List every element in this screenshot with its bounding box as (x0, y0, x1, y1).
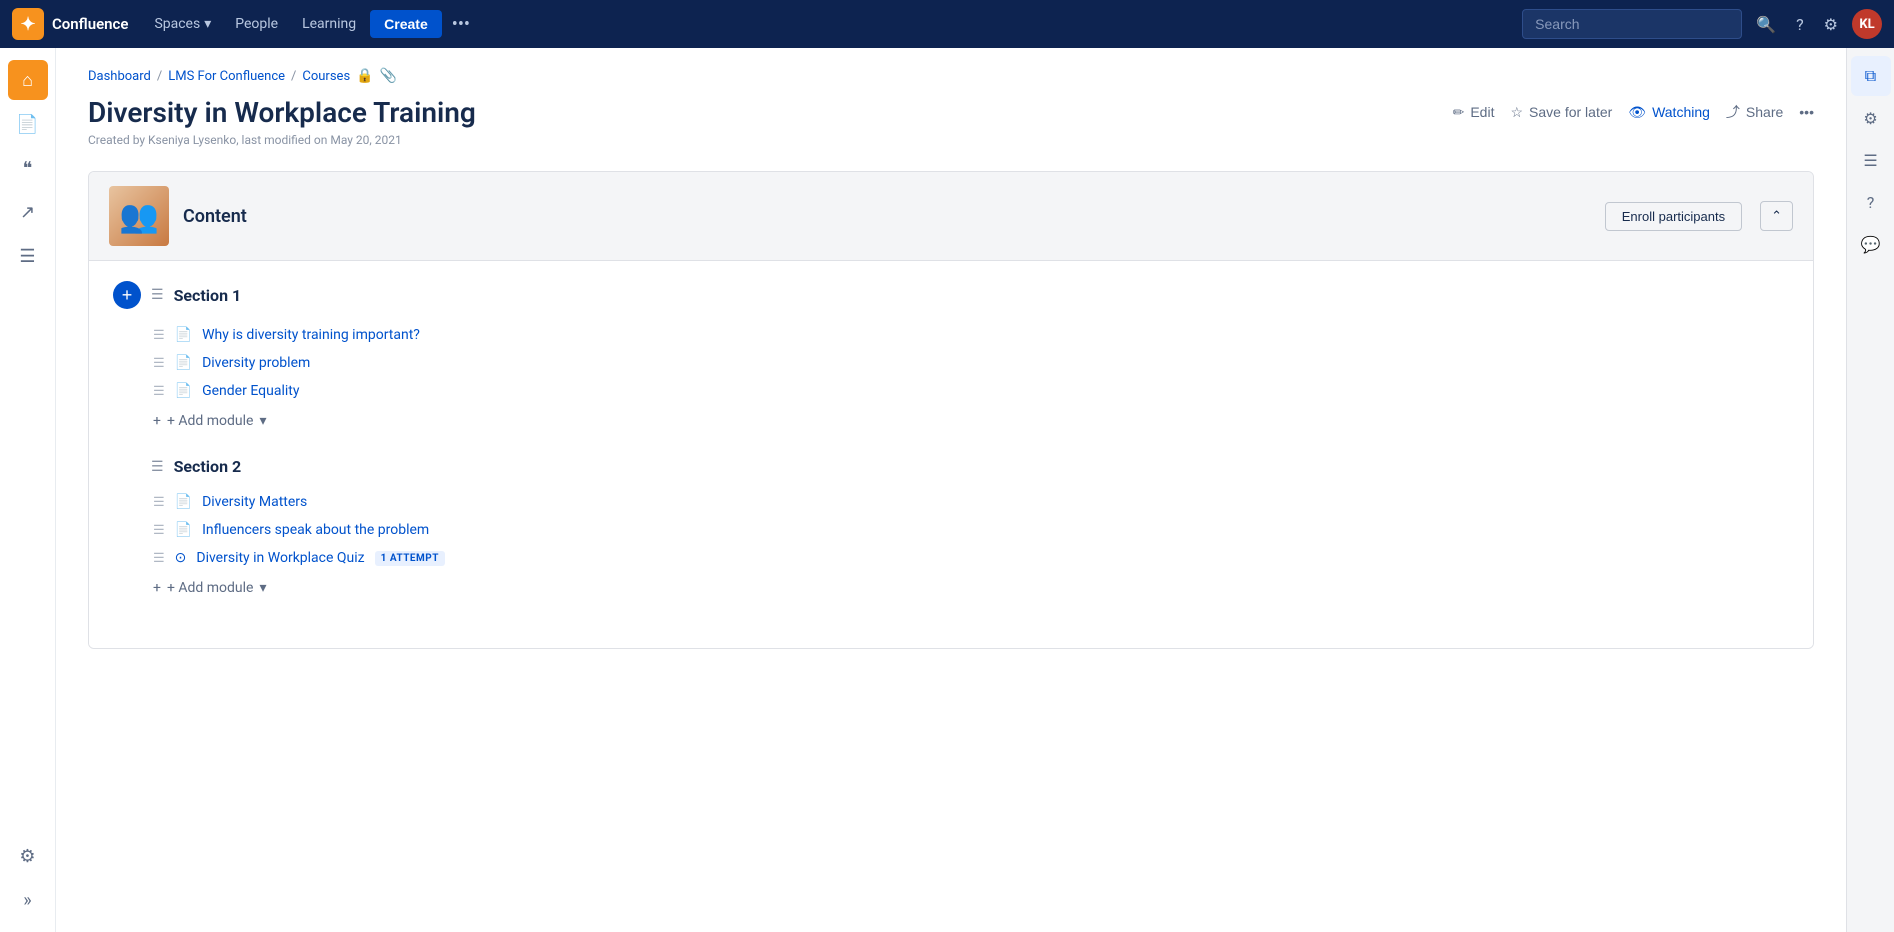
module-item: ☰ 📄 Diversity Matters (113, 488, 1789, 516)
rpanel-list-icon[interactable]: ☰ (1851, 140, 1891, 180)
more-actions-button[interactable]: ••• (1799, 104, 1814, 120)
section-2-block: ☰ Section 2 ☰ 📄 Diversity Matters ☰ 📄 In… (113, 457, 1789, 596)
nav-people[interactable]: People (225, 10, 288, 38)
add-module-icon: + (153, 580, 161, 596)
main-content: Dashboard / LMS For Confluence / Courses… (56, 48, 1846, 689)
nav-learning[interactable]: Learning (292, 10, 366, 38)
sidebar-bottom: ⚙ » (8, 836, 48, 920)
search-input[interactable] (1522, 9, 1742, 39)
content-body: + ☰ Section 1 ☰ 📄 Why is diversity train… (89, 261, 1813, 648)
settings-icon[interactable]: ⚙ (1818, 9, 1844, 40)
attempt-badge: 1 ATTEMPT (375, 551, 445, 566)
module-link-diversity-training[interactable]: Why is diversity training important? (202, 327, 420, 343)
topnav: ✦ Confluence Spaces ▾ People Learning Cr… (0, 0, 1894, 48)
content-box-title: Content (183, 206, 1591, 227)
rpanel-copy-icon[interactable]: ⧉ (1851, 56, 1891, 96)
module-drag-handle[interactable]: ☰ (153, 384, 165, 399)
section-1-title: Section 1 (174, 286, 242, 305)
rpanel-gear-icon[interactable]: ⚙ (1851, 98, 1891, 138)
section-1-drag-handle[interactable]: ☰ (151, 287, 164, 303)
module-drag-handle[interactable]: ☰ (153, 495, 165, 510)
content-box: 👥 Content Enroll participants ⌃ + ☰ Sect… (88, 171, 1814, 649)
lock-icon: 🔒 (356, 68, 373, 84)
page-meta: Created by Kseniya Lysenko, last modifie… (88, 133, 1814, 147)
section-2-title: Section 2 (174, 457, 242, 476)
sidebar-home-icon[interactable]: ⌂ (8, 60, 48, 100)
module-link-diversity-problem[interactable]: Diversity problem (202, 355, 310, 371)
module-link-quiz[interactable]: Diversity in Workplace Quiz (196, 550, 364, 566)
breadcrumb-dashboard[interactable]: Dashboard (88, 69, 151, 84)
module-item: ☰ 📄 Diversity problem (113, 349, 1789, 377)
star-icon: ☆ (1510, 104, 1523, 121)
search-icon[interactable]: 🔍 (1750, 9, 1782, 40)
chevron-down-icon: ▾ (259, 413, 266, 429)
left-sidebar: ⌂ 📄 ❝ ↗ ☰ ⚙ » (0, 48, 56, 932)
paperclip-icon: 📎 (380, 68, 397, 84)
confluence-logo[interactable]: ✦ (12, 8, 44, 40)
quiz-icon: ⊙ (175, 550, 187, 566)
brand-name: Confluence (52, 15, 128, 33)
add-module-section-1[interactable]: + + Add module ▾ (113, 405, 1789, 429)
module-drag-handle[interactable]: ☰ (153, 523, 165, 538)
sidebar-tasks-icon[interactable]: ☰ (8, 236, 48, 276)
eye-icon: 👁 (1628, 104, 1646, 121)
breadcrumb-lms[interactable]: LMS For Confluence (168, 69, 285, 84)
add-section-1-button[interactable]: + (113, 281, 141, 309)
module-drag-handle[interactable]: ☰ (153, 356, 165, 371)
page-icon: 📄 (175, 522, 192, 538)
chevron-up-icon: ⌃ (1771, 208, 1782, 223)
chevron-down-icon: ▾ (204, 16, 211, 32)
module-item: ☰ 📄 Why is diversity training important? (113, 321, 1789, 349)
main-nav: Spaces ▾ People Learning Create ••• (144, 10, 476, 39)
watching-button[interactable]: 👁 Watching (1628, 104, 1710, 121)
rpanel-help-icon[interactable]: ? (1851, 182, 1891, 222)
share-button[interactable]: ⤴ Share (1726, 102, 1783, 122)
add-module-section-2[interactable]: + + Add module ▾ (113, 572, 1789, 596)
collapse-button[interactable]: ⌃ (1760, 201, 1793, 231)
module-item: ☰ 📄 Gender Equality (113, 377, 1789, 405)
rpanel-comment-icon[interactable]: 💬 (1851, 224, 1891, 264)
share-icon: ⤴ (1726, 102, 1740, 122)
module-item: ☰ 📄 Influencers speak about the problem (113, 516, 1789, 544)
sidebar-expand-icon[interactable]: » (8, 880, 48, 920)
user-avatar[interactable]: KL (1852, 9, 1882, 39)
chevron-down-icon: ▾ (259, 580, 266, 596)
more-nav-button[interactable]: ••• (446, 10, 476, 39)
section-1-block: + ☰ Section 1 ☰ 📄 Why is diversity train… (113, 281, 1789, 429)
section-2-drag-handle[interactable]: ☰ (151, 459, 164, 475)
page-icon: 📄 (175, 327, 192, 343)
module-item: ☰ ⊙ Diversity in Workplace Quiz 1 ATTEMP… (113, 544, 1789, 572)
edit-icon: ✏ (1453, 104, 1465, 121)
section-1-header: + ☰ Section 1 (113, 281, 1789, 309)
create-button[interactable]: Create (370, 10, 442, 38)
add-module-icon: + (153, 413, 161, 429)
right-panel: ⧉ ⚙ ☰ ? 💬 (1846, 48, 1894, 932)
help-icon[interactable]: ? (1790, 9, 1810, 40)
nav-spaces[interactable]: Spaces ▾ (144, 10, 221, 38)
page-icon: 📄 (175, 383, 192, 399)
module-link-gender-equality[interactable]: Gender Equality (202, 383, 299, 399)
breadcrumb: Dashboard / LMS For Confluence / Courses… (88, 68, 1814, 84)
module-link-diversity-matters[interactable]: Diversity Matters (202, 494, 307, 510)
module-drag-handle[interactable]: ☰ (153, 551, 165, 566)
sidebar-document-icon[interactable]: 📄 (8, 104, 48, 144)
content-box-header: 👥 Content Enroll participants ⌃ (89, 172, 1813, 261)
module-drag-handle[interactable]: ☰ (153, 328, 165, 343)
page-icon: 📄 (175, 355, 192, 371)
page-icon: 📄 (175, 494, 192, 510)
page-actions: ✏ Edit ☆ Save for later 👁 Watching ⤴ Sha… (1453, 96, 1814, 122)
section-2-header: ☰ Section 2 (113, 457, 1789, 476)
page-title: Diversity in Workplace Training (88, 96, 476, 129)
breadcrumb-courses[interactable]: Courses (302, 69, 350, 84)
sidebar-quote-icon[interactable]: ❝ (8, 148, 48, 188)
search-area: 🔍 ? ⚙ KL (1522, 9, 1882, 40)
module-link-influencers[interactable]: Influencers speak about the problem (202, 522, 429, 538)
save-for-later-button[interactable]: ☆ Save for later (1510, 104, 1612, 121)
page-header: Diversity in Workplace Training ✏ Edit ☆… (88, 96, 1814, 129)
edit-button[interactable]: ✏ Edit (1453, 104, 1495, 121)
enroll-participants-button[interactable]: Enroll participants (1605, 202, 1742, 231)
sidebar-export-icon[interactable]: ↗ (8, 192, 48, 232)
sidebar-settings-icon[interactable]: ⚙ (8, 836, 48, 876)
course-thumbnail: 👥 (109, 186, 169, 246)
